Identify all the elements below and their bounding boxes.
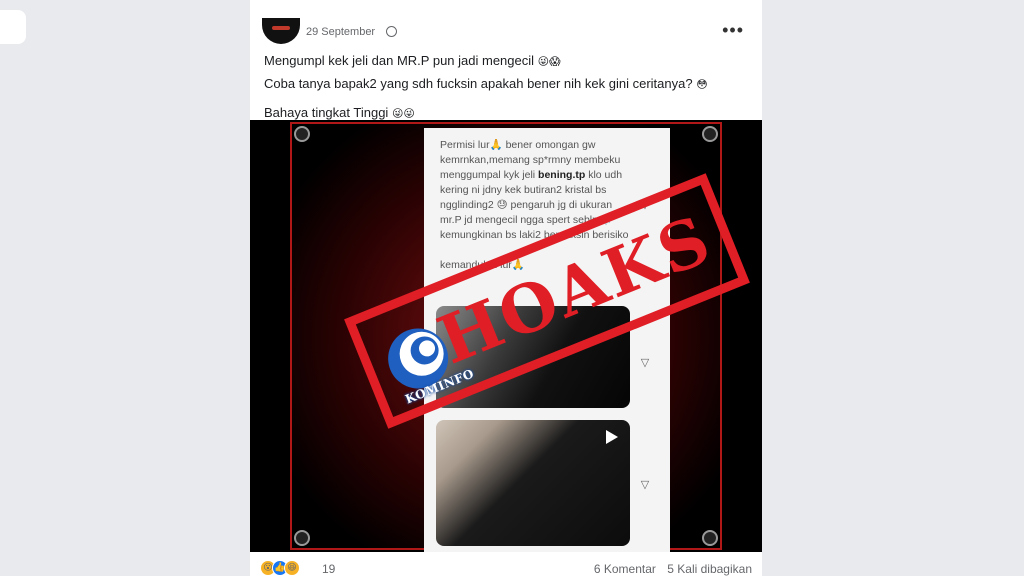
facebook-post-card: 29 September ••• Mengumpl kek jeli dan M… [250,0,762,576]
corner-gear-icon [294,530,310,546]
post-header: 29 September ••• [262,18,752,48]
post-footer: 😮 👍 😆 19 6 Komentar 5 Kali dibagikan [260,560,752,576]
emoji: 😜😜 [391,108,415,120]
corner-gear-icon [294,126,310,142]
post-line-1: Mengumpl kek jeli dan MR.P pun jadi meng… [264,53,535,68]
side-panel-stub [0,10,26,44]
reaction-count[interactable]: 19 [322,562,335,576]
send-icon: ▽ [640,357,650,369]
play-icon [606,430,618,444]
laugh-reaction-icon: 😆 [284,560,300,576]
emoji: 😳 [696,79,708,91]
corner-gear-icon [702,126,718,142]
send-icon: ▽ [640,479,650,491]
reactions[interactable]: 😮 👍 😆 [260,560,300,576]
image-frame: Permisi lur🙏 bener omongan gw kemrnkan,m… [290,122,750,552]
post-stats: 6 Komentar 5 Kali dibagikan [586,562,752,576]
video-thumbnail [436,420,630,546]
chat-text-bold: bening.tp [538,169,586,181]
post-line-2: Coba tanya bapak2 yang sdh fucksin apaka… [264,76,693,91]
corner-gear-icon [702,530,718,546]
post-line-3: Bahaya tingkat Tinggi [264,105,389,120]
more-options-icon[interactable]: ••• [722,20,744,41]
comments-link[interactable]: 6 Komentar [594,562,656,576]
shares-link[interactable]: 5 Kali dibagikan [667,562,752,576]
emoji: 😜😱 [537,56,561,68]
post-text: Mengumpl kek jeli dan MR.P pun jadi meng… [264,50,744,125]
post-image[interactable]: Permisi lur🙏 bener omongan gw kemrnkan,m… [250,120,762,552]
post-date[interactable]: 29 September [306,26,375,38]
avatar[interactable] [262,18,300,44]
globe-icon [386,26,397,37]
